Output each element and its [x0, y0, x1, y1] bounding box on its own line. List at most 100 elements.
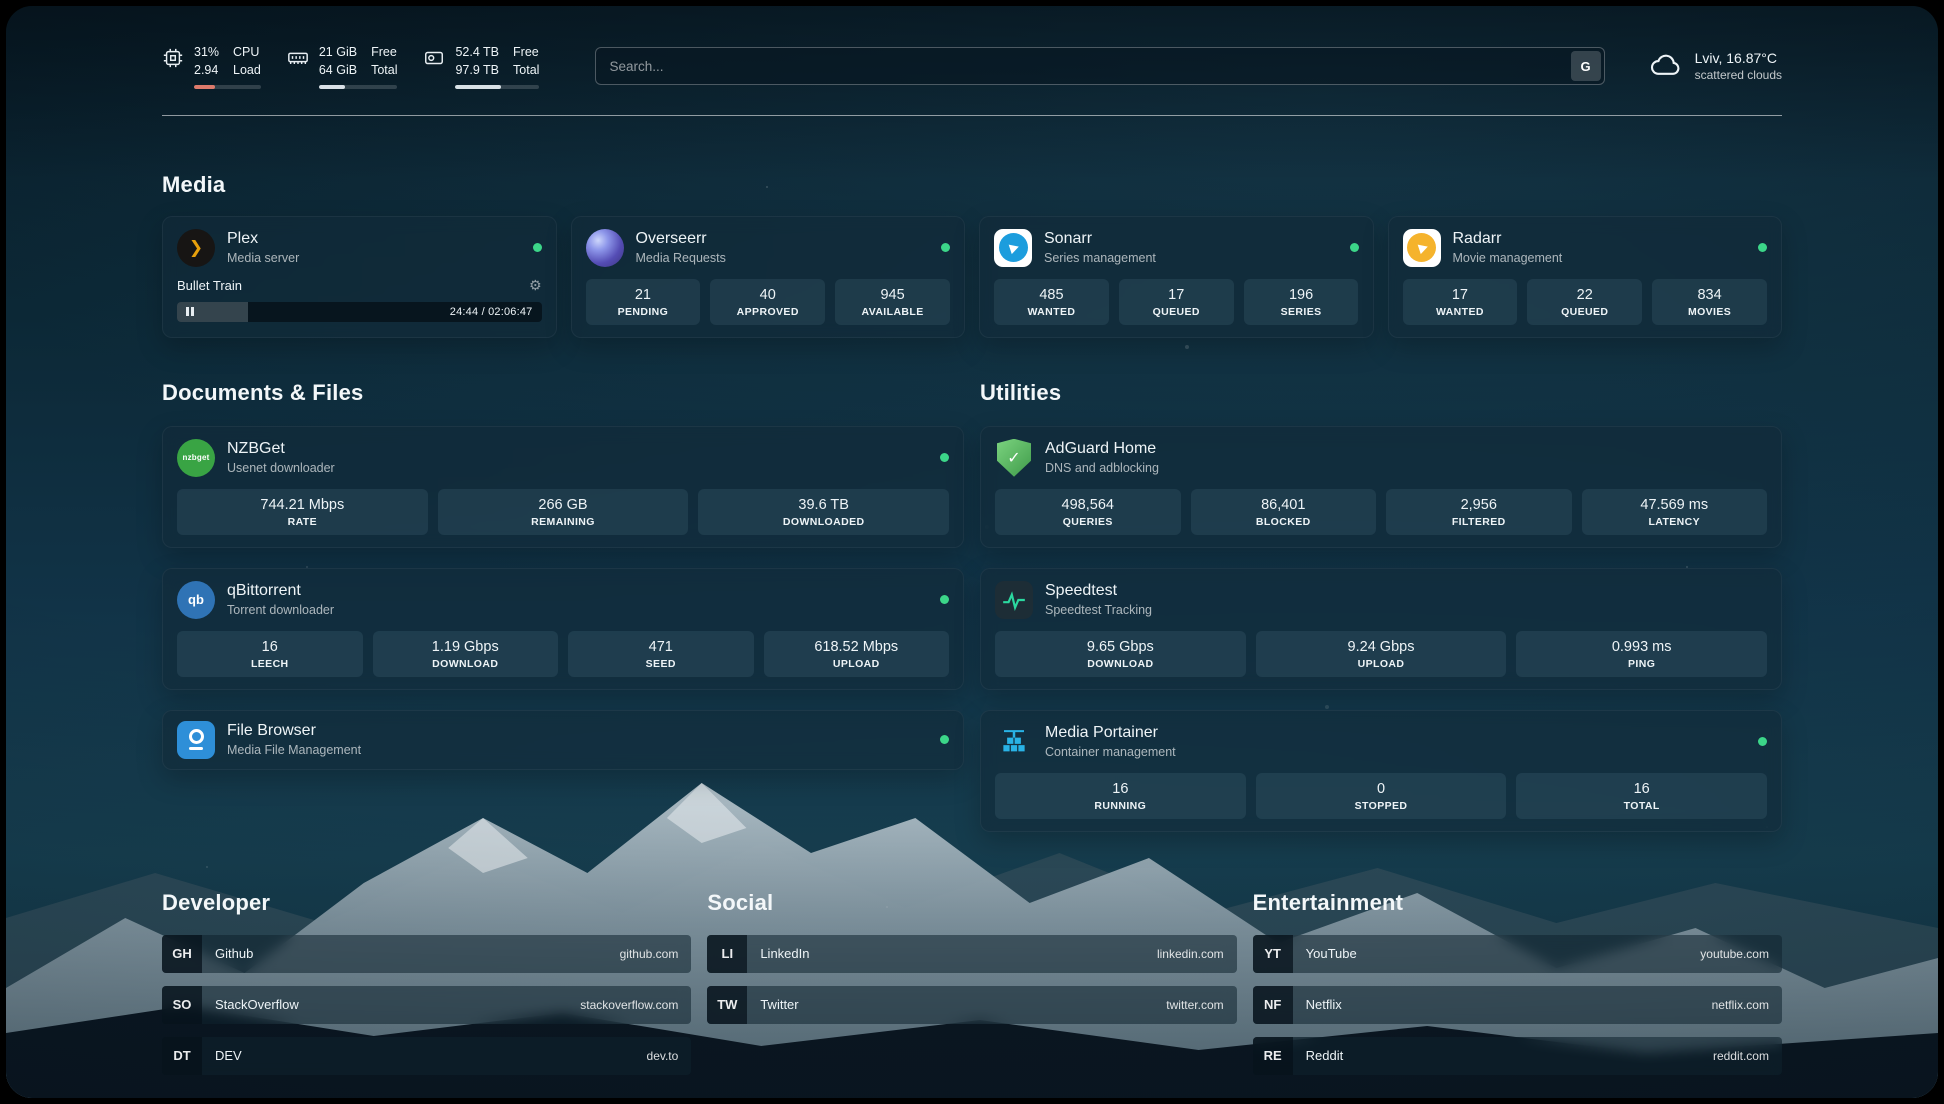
- status-dot-online: [941, 243, 950, 252]
- media-card-grid: ❯ Plex Media server Bullet Train ⚙ 24:44…: [162, 216, 1782, 338]
- stat-download: 9.65 Gbps DOWNLOAD: [995, 631, 1246, 677]
- twitter-icon: TW: [707, 986, 747, 1024]
- disk-total-value: 97.9 TB: [455, 62, 499, 79]
- cpu-icon: [162, 47, 184, 69]
- stat-queued: 22 QUEUED: [1527, 279, 1642, 325]
- app-desc: Speedtest Tracking: [1045, 603, 1152, 617]
- pause-icon[interactable]: [186, 307, 194, 316]
- filebrowser-icon: [177, 721, 215, 759]
- status-dot-online: [1758, 243, 1767, 252]
- ram-total-value: 64 GiB: [319, 62, 357, 79]
- netflix-icon: NF: [1253, 986, 1293, 1024]
- snow-specks: [6, 6, 8, 8]
- stat-movies: 834 MOVIES: [1652, 279, 1767, 325]
- dashboard-content: 31% CPU 2.94 Load 21 GiB Free 64: [162, 6, 1782, 1098]
- cpu-monitor: 31% CPU 2.94 Load: [162, 44, 261, 89]
- app-name: Plex: [227, 230, 299, 248]
- stat-queries: 498,564 QUERIES: [995, 489, 1181, 535]
- section-title-social: Social: [707, 890, 1236, 916]
- bookmark-linkedin[interactable]: LI LinkedIn linkedin.com: [707, 935, 1236, 973]
- disk-total-label: Total: [513, 62, 539, 79]
- app-desc: Container management: [1045, 745, 1176, 759]
- weather-widget: Lviv, 16.87°C scattered clouds: [1649, 50, 1782, 83]
- reddit-icon: RE: [1253, 1037, 1293, 1075]
- app-desc: Media Requests: [636, 251, 726, 265]
- ram-monitor: 21 GiB Free 64 GiB Total: [287, 44, 398, 89]
- app-name: Speedtest: [1045, 582, 1152, 600]
- stat-wanted: 17 WANTED: [1403, 279, 1518, 325]
- documents-column: Documents & Files nzbget NZBGet Usenet d…: [162, 380, 964, 832]
- bookmark-stackoverflow[interactable]: SO StackOverflow stackoverflow.com: [162, 986, 691, 1024]
- stat-series: 196 SERIES: [1244, 279, 1359, 325]
- app-card-plex[interactable]: ❯ Plex Media server Bullet Train ⚙ 24:44…: [162, 216, 557, 338]
- app-card-filebrowser[interactable]: File Browser Media File Management: [162, 710, 964, 770]
- cpu-label: CPU: [233, 44, 261, 61]
- gear-icon[interactable]: ⚙: [529, 277, 542, 294]
- app-desc: Movie management: [1453, 251, 1563, 265]
- weather-condition: scattered clouds: [1695, 68, 1782, 82]
- plex-icon: ❯: [177, 229, 215, 267]
- stat-blocked: 86,401 BLOCKED: [1191, 489, 1377, 535]
- bookmark-twitter[interactable]: TW Twitter twitter.com: [707, 986, 1236, 1024]
- section-title-entertainment: Entertainment: [1253, 890, 1782, 916]
- section-title-utilities: Utilities: [980, 380, 1782, 406]
- search-bar: G: [595, 47, 1604, 85]
- ram-free-value: 21 GiB: [319, 44, 357, 61]
- stat-upload: 618.52 Mbps UPLOAD: [764, 631, 950, 677]
- stat-total: 16 TOTAL: [1516, 773, 1767, 819]
- section-title-documents: Documents & Files: [162, 380, 964, 406]
- app-name: Radarr: [1453, 230, 1563, 248]
- stat-wanted: 485 WANTED: [994, 279, 1109, 325]
- adguard-icon: ✓: [995, 439, 1033, 477]
- stat-download: 1.19 Gbps DOWNLOAD: [373, 631, 559, 677]
- header-divider: [162, 115, 1782, 116]
- nzbget-icon: nzbget: [177, 439, 215, 477]
- app-card-overseerr[interactable]: Overseerr Media Requests 21 PENDING 40 A…: [571, 216, 966, 338]
- search-input[interactable]: [599, 59, 1570, 74]
- stat-stopped: 0 STOPPED: [1256, 773, 1507, 819]
- stackoverflow-icon: SO: [162, 986, 202, 1024]
- portainer-icon: [995, 723, 1033, 761]
- stat-pending: 21 PENDING: [586, 279, 701, 325]
- bookmark-dev[interactable]: DT DEV dev.to: [162, 1037, 691, 1075]
- ram-usage-bar: [319, 85, 398, 89]
- status-dot-online: [1350, 243, 1359, 252]
- app-name: File Browser: [227, 722, 361, 740]
- app-card-nzbget[interactable]: nzbget NZBGet Usenet downloader 744.21 M…: [162, 426, 964, 548]
- qbittorrent-icon: qb: [177, 581, 215, 619]
- app-card-speedtest[interactable]: Speedtest Speedtest Tracking 9.65 Gbps D…: [980, 568, 1782, 690]
- cloud-icon: [1649, 50, 1683, 83]
- cpu-load-value: 2.94: [194, 62, 219, 79]
- app-name: Media Portainer: [1045, 724, 1176, 742]
- top-bar: 31% CPU 2.94 Load 21 GiB Free 64: [162, 44, 1782, 89]
- dev-icon: DT: [162, 1037, 202, 1075]
- dashboard-screen: 31% CPU 2.94 Load 21 GiB Free 64: [6, 6, 1938, 1098]
- status-dot-online: [1758, 737, 1767, 746]
- app-name: AdGuard Home: [1045, 440, 1159, 458]
- app-name: qBittorrent: [227, 582, 334, 600]
- app-card-sonarr[interactable]: Sonarr Series management 485 WANTED 17 Q…: [979, 216, 1374, 338]
- bookmark-reddit[interactable]: RE Reddit reddit.com: [1253, 1037, 1782, 1075]
- app-name: NZBGet: [227, 440, 335, 458]
- bookmark-netflix[interactable]: NF Netflix netflix.com: [1253, 986, 1782, 1024]
- bookmark-github[interactable]: GH Github github.com: [162, 935, 691, 973]
- speedtest-icon: [995, 581, 1033, 619]
- disk-free-value: 52.4 TB: [455, 44, 499, 61]
- bookmark-youtube[interactable]: YT YouTube youtube.com: [1253, 935, 1782, 973]
- app-desc: Media File Management: [227, 743, 361, 757]
- search-engine-button[interactable]: G: [1571, 51, 1601, 81]
- stat-upload: 9.24 Gbps UPLOAD: [1256, 631, 1507, 677]
- app-card-portainer[interactable]: Media Portainer Container management 16 …: [980, 710, 1782, 832]
- app-desc: Series management: [1044, 251, 1156, 265]
- github-icon: GH: [162, 935, 202, 973]
- playback-progress-bar[interactable]: 24:44 / 02:06:47: [177, 302, 542, 322]
- app-card-adguard[interactable]: ✓ AdGuard Home DNS and adblocking 498,56…: [980, 426, 1782, 548]
- overseerr-icon: [586, 229, 624, 267]
- app-card-radarr[interactable]: Radarr Movie management 17 WANTED 22 QUE…: [1388, 216, 1783, 338]
- app-card-qbittorrent[interactable]: qb qBittorrent Torrent downloader 16 LEE…: [162, 568, 964, 690]
- app-name: Overseerr: [636, 230, 726, 248]
- app-name: Sonarr: [1044, 230, 1156, 248]
- linkedin-icon: LI: [707, 935, 747, 973]
- bookmark-group-social: Social LI LinkedIn linkedin.com TW Twitt…: [707, 890, 1236, 1075]
- disk-usage-bar: [455, 85, 539, 89]
